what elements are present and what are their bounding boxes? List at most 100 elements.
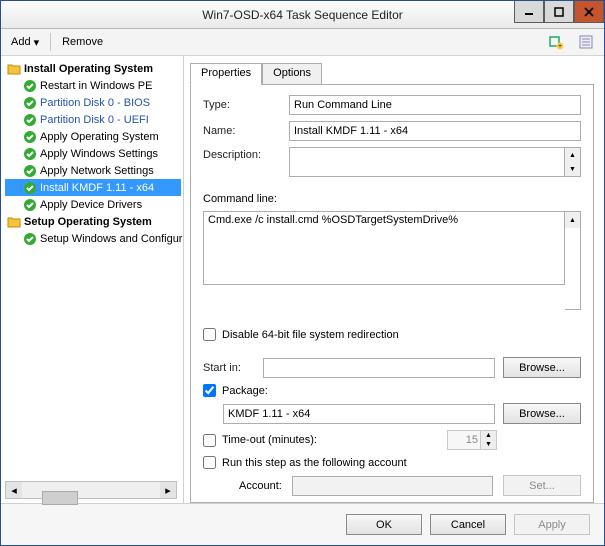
timeout-label: Time-out (minutes): — [222, 434, 317, 446]
commandline-field[interactable]: Cmd.exe /c install.cmd %OSDTargetSystemD… — [203, 211, 565, 285]
name-label: Name: — [203, 125, 281, 137]
apply-button: Apply — [514, 514, 590, 535]
row-commandline: Cmd.exe /c install.cmd %OSDTargetSystemD… — [203, 211, 581, 310]
task-tree[interactable]: Install Operating System Restart in Wind… — [5, 60, 183, 479]
chevron-down-icon[interactable]: ▼ — [480, 440, 496, 449]
title-bar: Win7-OSD-x64 Task Sequence Editor — [1, 1, 604, 29]
window-buttons — [514, 1, 604, 23]
tab-options[interactable]: Options — [262, 63, 322, 85]
row-description: Description: ▲▼ — [203, 147, 581, 177]
tree-label: Apply Device Drivers — [40, 199, 142, 211]
commandline-label: Command line: — [203, 193, 581, 205]
svg-text:+: + — [558, 44, 562, 50]
add-menu[interactable]: Add ▾ — [5, 33, 45, 52]
package-checkbox[interactable]: Package: — [203, 384, 581, 397]
folder-icon — [7, 62, 21, 76]
row-timeout: Time-out (minutes): ▲▼ — [203, 430, 581, 450]
toolbar: Add ▾ Remove + — [1, 29, 604, 56]
runas-checkbox[interactable]: Run this step as the following account — [203, 456, 581, 469]
timeout-input[interactable] — [203, 434, 216, 447]
main-area: Install Operating System Restart in Wind… — [1, 56, 604, 503]
row-type: Type: — [203, 95, 581, 115]
tree-item-setup-windows[interactable]: Setup Windows and Configuration — [5, 230, 181, 247]
row-name: Name: — [203, 121, 581, 141]
disable-64bit-checkbox[interactable]: Disable 64-bit file system redirection — [203, 328, 581, 341]
row-startin: Start in: Browse... — [203, 357, 581, 378]
tree-item-partition-uefi[interactable]: Partition Disk 0 - UEFI — [5, 111, 181, 128]
chevron-up-icon[interactable]: ▲ — [565, 212, 580, 228]
commandline-scroll[interactable]: ▲ — [565, 211, 581, 310]
type-field — [289, 95, 581, 115]
window-title: Win7-OSD-x64 Task Sequence Editor — [202, 8, 403, 22]
tree-item-apply-network-settings[interactable]: Apply Network Settings — [5, 162, 181, 179]
package-label: Package: — [222, 385, 268, 397]
ok-button[interactable]: OK — [346, 514, 422, 535]
runas-label: Run this step as the following account — [222, 457, 407, 469]
properties-panel: Properties Options Type: Name: Descripti… — [184, 56, 604, 503]
new-group-icon[interactable]: + — [542, 31, 570, 53]
scroll-left-icon[interactable]: ◂ — [6, 482, 22, 498]
tree-item-partition-bios[interactable]: Partition Disk 0 - BIOS — [5, 94, 181, 111]
timeout-checkbox[interactable]: Time-out (minutes): — [203, 434, 403, 447]
tree-item-install-kmdf[interactable]: Install KMDF 1.11 - x64 — [5, 179, 181, 196]
check-icon — [23, 79, 37, 93]
tree-label: Setup Operating System — [24, 216, 152, 228]
row-account: Account: Set... — [239, 475, 581, 496]
scrollbar-thumb[interactable] — [42, 491, 78, 505]
chevron-up-icon[interactable]: ▲ — [480, 431, 496, 440]
chevron-down-icon: ▾ — [34, 36, 40, 49]
remove-button[interactable]: Remove — [56, 33, 109, 51]
cancel-button[interactable]: Cancel — [430, 514, 506, 535]
chevron-up-icon[interactable]: ▲ — [565, 148, 580, 162]
tree-item-apply-windows-settings[interactable]: Apply Windows Settings — [5, 145, 181, 162]
tree-group-install-os[interactable]: Install Operating System — [5, 60, 181, 77]
check-icon — [23, 164, 37, 178]
description-label: Description: — [203, 147, 281, 161]
maximize-button[interactable] — [544, 1, 574, 23]
scroll-right-icon[interactable]: ▸ — [160, 482, 176, 498]
check-icon — [23, 198, 37, 212]
package-field[interactable] — [223, 404, 495, 424]
tree-item-apply-device-drivers[interactable]: Apply Device Drivers — [5, 196, 181, 213]
folder-icon — [7, 215, 21, 229]
task-tree-panel: Install Operating System Restart in Wind… — [1, 56, 184, 503]
disable-64bit-input[interactable] — [203, 328, 216, 341]
tree-label: Install Operating System — [24, 63, 153, 75]
type-label: Type: — [203, 99, 281, 111]
check-icon — [23, 181, 37, 195]
tree-item-restart-winpe[interactable]: Restart in Windows PE — [5, 77, 181, 94]
description-field[interactable] — [289, 147, 565, 177]
check-icon — [23, 130, 37, 144]
tree-item-apply-os[interactable]: Apply Operating System — [5, 128, 181, 145]
account-label: Account: — [239, 480, 282, 492]
chevron-down-icon[interactable]: ▼ — [565, 162, 580, 176]
remove-label: Remove — [62, 36, 103, 48]
tree-label: Apply Network Settings — [40, 165, 154, 177]
properties-icon[interactable] — [572, 31, 600, 53]
tree-label: Partition Disk 0 - UEFI — [40, 114, 149, 126]
startin-browse-button[interactable]: Browse... — [503, 357, 581, 378]
name-field[interactable] — [289, 121, 581, 141]
tab-properties[interactable]: Properties — [190, 63, 262, 85]
minimize-button[interactable] — [514, 1, 544, 23]
check-icon — [23, 147, 37, 161]
disable-64bit-label: Disable 64-bit file system redirection — [222, 329, 399, 341]
package-browse-button[interactable]: Browse... — [503, 403, 581, 424]
tree-label: Apply Windows Settings — [40, 148, 158, 160]
tab-panel-properties: Type: Name: Description: ▲▼ Command line… — [190, 84, 594, 503]
runas-input[interactable] — [203, 456, 216, 469]
close-button[interactable] — [574, 1, 604, 23]
startin-field[interactable] — [263, 358, 495, 378]
timeout-value — [448, 431, 480, 449]
tree-label: Partition Disk 0 - BIOS — [40, 97, 150, 109]
account-set-button: Set... — [503, 475, 581, 496]
package-input[interactable] — [203, 384, 216, 397]
tree-label: Restart in Windows PE — [40, 80, 152, 92]
tree-label: Setup Windows and Configuration — [40, 233, 183, 245]
add-label: Add — [11, 36, 31, 48]
tree-group-setup-os[interactable]: Setup Operating System — [5, 213, 181, 230]
tree-horizontal-scrollbar[interactable]: ◂ ▸ — [5, 481, 177, 499]
timeout-spinner[interactable]: ▲▼ — [447, 430, 497, 450]
tab-strip: Properties Options — [190, 62, 594, 84]
description-scroll[interactable]: ▲▼ — [565, 147, 581, 177]
